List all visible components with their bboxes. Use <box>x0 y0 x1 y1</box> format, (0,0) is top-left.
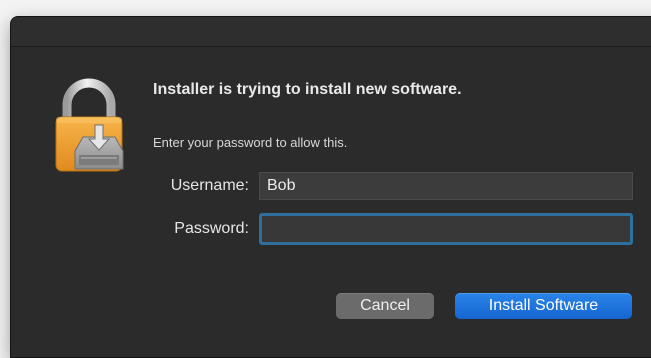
authentication-dialog: Installer is trying to install new softw… <box>10 16 651 358</box>
dialog-titlebar <box>11 17 651 47</box>
password-label: Password: <box>174 220 249 237</box>
lock-with-installer-icon <box>53 77 129 173</box>
install-software-button[interactable]: Install Software <box>455 293 632 319</box>
dialog-headline: Installer is trying to install new softw… <box>153 81 462 98</box>
cancel-button[interactable]: Cancel <box>336 293 434 319</box>
username-label: Username: <box>170 177 249 194</box>
dialog-subtext: Enter your password to allow this. <box>153 135 348 150</box>
username-field[interactable] <box>259 172 633 200</box>
password-field[interactable] <box>259 213 633 245</box>
